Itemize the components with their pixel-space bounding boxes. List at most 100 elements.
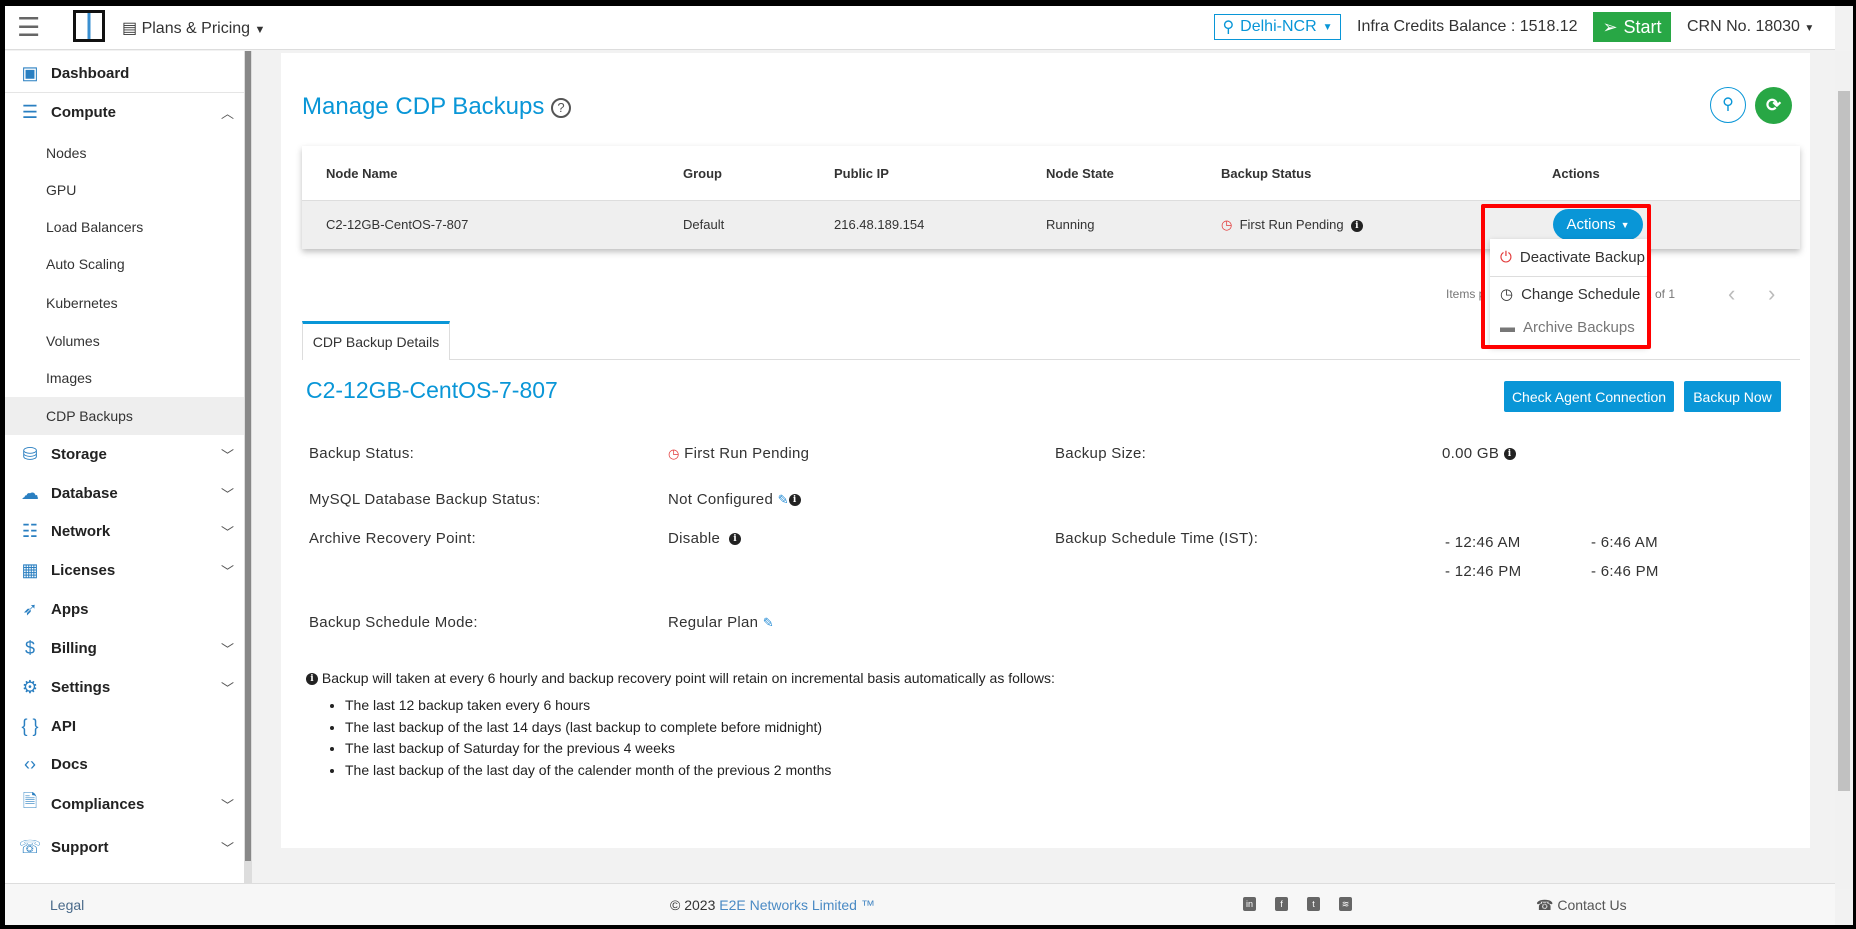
column-header-public-ip: Public IP	[834, 166, 889, 181]
phone-icon: ☎	[1536, 897, 1554, 913]
db-cloud-icon: ☁	[21, 482, 39, 503]
top-header: ☰ ▤ Plans & Pricing ▼ ⚲ Delhi-NCR ▼ Infra …	[5, 6, 1835, 50]
list-item: The last backup of the last 14 days (las…	[345, 717, 831, 739]
info-icon[interactable]: i	[1503, 448, 1516, 461]
sidebar-item-docs[interactable]: ‹› Docs	[5, 745, 244, 783]
sidebar-item-network[interactable]: ☷ Network ﹀	[5, 512, 244, 550]
chevron-down-icon: ﹀	[220, 840, 234, 856]
backup-size-value: 0.00 GB i	[1442, 445, 1516, 462]
company-link[interactable]: E2E Networks Limited ™	[719, 897, 875, 913]
credits-balance: Infra Credits Balance : 1518.12	[1357, 18, 1578, 35]
sidebar-item-api[interactable]: { } API	[5, 707, 244, 745]
chevron-down-icon: ﹀	[220, 641, 234, 657]
info-icon[interactable]: i	[729, 533, 742, 546]
schedule-time: - 12:46 AM	[1445, 534, 1521, 551]
legal-link[interactable]: Legal	[50, 897, 84, 913]
sidebar-item-apps[interactable]: ➶ Apps	[5, 590, 244, 628]
edit-icon[interactable]: ✎	[763, 615, 774, 630]
refresh-button[interactable]: ⟳	[1755, 87, 1792, 124]
chevron-down-icon: ﹀	[220, 680, 234, 696]
schedule-time: - 12:46 PM	[1445, 563, 1522, 580]
schedule-time-label: Backup Schedule Time (IST):	[1055, 530, 1259, 547]
schedule-mode-label: Backup Schedule Mode:	[309, 614, 478, 631]
clock-warning-icon: ◷	[1221, 217, 1233, 232]
footer: Legal © 2023 E2E Networks Limited ™ in f…	[5, 883, 1835, 925]
sidebar-scrollbar-thumb[interactable]	[245, 51, 251, 861]
start-button[interactable]: ➢ Start	[1593, 12, 1671, 42]
edit-icon[interactable]: ✎	[778, 492, 789, 507]
check-agent-connection-button[interactable]: Check Agent Connection	[1504, 381, 1674, 412]
chevron-down-icon: ﹀	[220, 563, 234, 579]
sidebar-item-database[interactable]: ☁ Database ﹀	[5, 474, 244, 512]
billing-icon: $	[24, 637, 35, 658]
network-icon: ☷	[21, 520, 39, 541]
contact-us-link[interactable]: ☎ Contact Us	[1536, 897, 1627, 914]
info-icon[interactable]: i	[788, 494, 801, 507]
caret-down-icon: ▼	[1322, 21, 1333, 33]
sidebar-item-compute[interactable]: ☰ Compute ︿	[5, 93, 244, 131]
support-icon: ☏	[18, 836, 42, 857]
hamburger-menu-icon[interactable]: ☰	[17, 12, 40, 42]
sidebar-item-kubernetes[interactable]: Kubernetes	[5, 284, 244, 322]
linkedin-icon[interactable]: in	[1243, 897, 1256, 911]
sidebar-item-auto-scaling[interactable]: Auto Scaling	[5, 245, 244, 283]
sidebar-item-volumes[interactable]: Volumes	[5, 322, 244, 360]
public-ip-cell: 216.48.189.154	[834, 217, 925, 232]
items-per-page-label: Items p	[1446, 287, 1486, 301]
chevron-down-icon: ﹀	[220, 486, 234, 502]
server-icon: ☰	[21, 101, 39, 122]
sidebar-item-nodes[interactable]: Nodes	[5, 134, 244, 172]
region-selector[interactable]: ⚲ Delhi-NCR ▼	[1214, 14, 1341, 40]
archive-recovery-point-label: Archive Recovery Point:	[309, 530, 476, 547]
main-scrollbar[interactable]	[1835, 51, 1853, 889]
list-item: The last backup of the last day of the c…	[345, 760, 831, 782]
next-page-icon[interactable]: ›	[1768, 281, 1775, 307]
info-icon[interactable]: i	[1350, 219, 1363, 232]
tab-divider	[302, 359, 1800, 360]
map-pin-icon: ⚲	[1222, 19, 1235, 36]
chevron-down-icon: ﹀	[220, 447, 234, 463]
sidebar-item-cdp-backups[interactable]: CDP Backups	[5, 397, 244, 435]
search-button[interactable]: ⚲	[1710, 87, 1746, 123]
sidebar-item-gpu[interactable]: GPU	[5, 171, 244, 209]
backup-status-label: Backup Status:	[309, 445, 415, 462]
e2e-logo[interactable]	[73, 10, 105, 42]
plans-pricing-menu[interactable]: ▤ Plans & Pricing ▼	[122, 18, 265, 38]
main-card: Manage CDP Backups ? ⚲ ⟳ Node Name Group…	[281, 53, 1810, 848]
backup-status-value: ◷ First Run Pending	[668, 445, 810, 462]
sidebar-item-storage[interactable]: ⛁ Storage ﹀	[5, 435, 244, 473]
sidebar-item-compliances[interactable]: 🗎 Compliances ﹀	[5, 785, 244, 823]
chevron-down-icon: ﹀	[220, 524, 234, 540]
column-header-backup-status: Backup Status	[1221, 166, 1312, 181]
prev-page-icon[interactable]: ‹	[1728, 281, 1735, 307]
sidebar-item-load-balancers[interactable]: Load Balancers	[5, 208, 244, 246]
rocket-icon: ➶	[22, 598, 38, 619]
highlight-box	[1481, 204, 1651, 349]
chevron-down-icon: ﹀	[220, 797, 234, 813]
twitter-icon[interactable]: t	[1307, 897, 1320, 911]
rss-icon[interactable]: ≋	[1339, 897, 1352, 911]
backup-now-button[interactable]: Backup Now	[1684, 381, 1781, 412]
sidebar-item-support[interactable]: ☏ Support ﹀	[5, 828, 244, 866]
group-cell: Default	[683, 217, 725, 232]
caret-down-icon: ▼	[1804, 23, 1815, 34]
sidebar-item-licenses[interactable]: ▦ Licenses ﹀	[5, 551, 244, 589]
facebook-icon[interactable]: f	[1275, 897, 1288, 911]
sidebar-item-billing[interactable]: $ Billing ﹀	[5, 629, 244, 667]
code-icon: ‹›	[24, 753, 36, 774]
caret-down-icon: ▼	[254, 24, 266, 36]
sidebar-item-dashboard[interactable]: ▣ Dashboard	[5, 55, 244, 93]
sidebar-item-settings[interactable]: ⚙ Settings ﹀	[5, 668, 244, 706]
clock-warning-icon: ◷	[668, 446, 680, 461]
node-state-cell: Running	[1046, 217, 1095, 232]
archive-recovery-point-value: Disable i	[668, 530, 742, 547]
tab-cdp-backup-details[interactable]: CDP Backup Details	[302, 321, 450, 360]
sidebar-item-images[interactable]: Images	[5, 359, 244, 397]
node-name-cell: C2-12GB-CentOS-7-807	[326, 217, 469, 232]
backup-note: i Backup will taken at every 6 hourly an…	[306, 670, 1055, 686]
crn-dropdown[interactable]: CRN No. 18030 ▼	[1687, 18, 1814, 36]
help-icon[interactable]: ?	[551, 97, 572, 118]
dashboard-icon: ▣	[21, 63, 39, 83]
database-icon: ⛁	[22, 443, 38, 464]
document-icon: 🗎	[22, 791, 38, 811]
